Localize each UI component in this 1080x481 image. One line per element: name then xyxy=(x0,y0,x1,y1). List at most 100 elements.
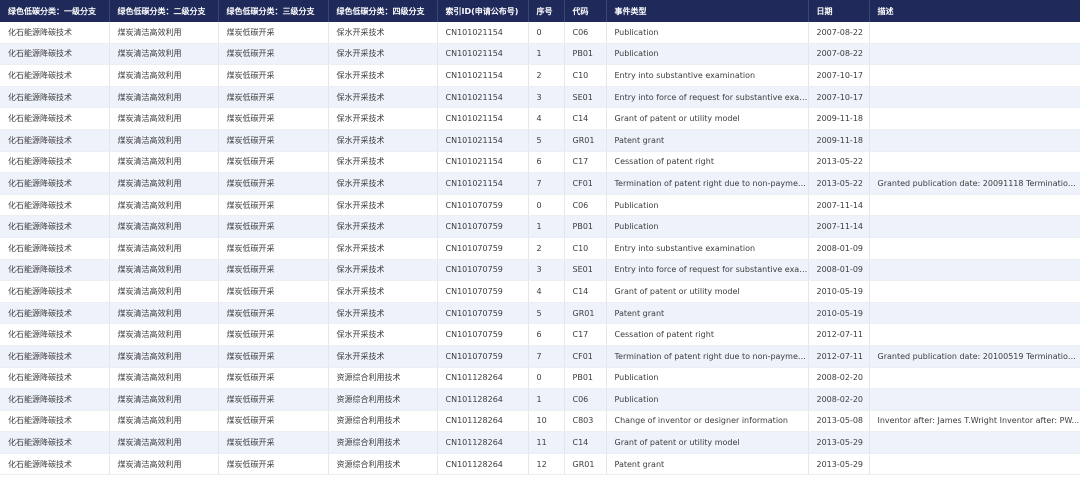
cell-code: C06 xyxy=(564,388,607,411)
cell-event-type: Publication xyxy=(606,388,809,411)
cell-seq: 3 xyxy=(528,86,565,109)
cell-level2: 煤炭清洁高效利用 xyxy=(109,172,219,195)
table-row[interactable]: 化石能源降碳技术 煤炭清洁高效利用 煤炭低碳开采 资源综合利用技术 CN10112826… xyxy=(0,431,1080,454)
column-header-level1[interactable]: 绿色低碳分类：一级分支 xyxy=(0,0,110,22)
cell-index-id: CN101070759 xyxy=(437,194,529,217)
cell-event-type: Cessation of patent right xyxy=(606,151,809,174)
cell-date: 2007-10-17 xyxy=(808,64,870,87)
cell-date: 2013-05-29 xyxy=(808,431,870,454)
cell-code: C14 xyxy=(564,431,607,454)
table-row[interactable]: 化石能源降碳技术 煤炭清洁高效利用 煤炭低碳开采 保水开采技术 CN101070759 0… xyxy=(0,194,1080,217)
cell-level1: 化石能源降碳技术 xyxy=(0,86,110,109)
table-row[interactable]: 化石能源降碳技术 煤炭清洁高效利用 煤炭低碳开采 保水开采技术 CN101021154 5… xyxy=(0,129,1080,152)
cell-level1: 化石能源降碳技术 xyxy=(0,431,110,454)
cell-level3: 煤炭低碳开采 xyxy=(218,151,329,174)
cell-level4: 保水开采技术 xyxy=(328,259,438,282)
cell-code: C10 xyxy=(564,237,607,260)
cell-index-id: CN101070759 xyxy=(437,302,529,325)
table-row[interactable]: 化石能源降碳技术 煤炭清洁高效利用 煤炭低碳开采 资源综合利用技术 CN10112826… xyxy=(0,388,1080,411)
cell-description: Granted publication date: 20100519 Termi… xyxy=(869,345,1080,368)
cell-seq: 3 xyxy=(528,259,565,282)
cell-date: 2012-07-11 xyxy=(808,345,870,368)
table-header-row: 绿色低碳分类：一级分支 绿色低碳分类：二级分支 绿色低碳分类：三级分支 绿色低碳… xyxy=(0,0,1080,22)
table-row[interactable]: 化石能源降碳技术 煤炭清洁高效利用 煤炭低碳开采 资源综合利用技术 CN10112826… xyxy=(0,367,1080,390)
column-header-event-type[interactable]: 事件类型 xyxy=(606,0,809,22)
cell-level3: 煤炭低碳开采 xyxy=(218,280,329,303)
table-row[interactable]: 化石能源降碳技术 煤炭清洁高效利用 煤炭低碳开采 保水开采技术 CN101070759 7… xyxy=(0,345,1080,368)
column-header-code[interactable]: 代码 xyxy=(564,0,607,22)
cell-index-id: CN101128264 xyxy=(437,431,529,454)
cell-date: 2007-10-17 xyxy=(808,86,870,109)
cell-seq: 6 xyxy=(528,323,565,346)
cell-level4: 保水开采技术 xyxy=(328,151,438,174)
column-header-index-id[interactable]: 索引ID(申请公布号) xyxy=(437,0,529,22)
cell-event-type: Patent grant xyxy=(606,453,809,476)
cell-date: 2013-05-22 xyxy=(808,172,870,195)
table-row[interactable]: 化石能源降碳技术 煤炭清洁高效利用 煤炭低碳开采 保水开采技术 CN101070759 3… xyxy=(0,259,1080,282)
cell-level2: 煤炭清洁高效利用 xyxy=(109,280,219,303)
cell-level4: 保水开采技术 xyxy=(328,302,438,325)
table-row[interactable]: 化石能源降碳技术 煤炭清洁高效利用 煤炭低碳开采 保水开采技术 CN101021154 7… xyxy=(0,172,1080,195)
column-header-level4[interactable]: 绿色低碳分类：四级分支 xyxy=(328,0,438,22)
cell-code: C14 xyxy=(564,280,607,303)
cell-code: PB01 xyxy=(564,215,607,238)
cell-seq: 4 xyxy=(528,107,565,130)
cell-level3: 煤炭低碳开采 xyxy=(218,86,329,109)
cell-description xyxy=(869,86,1080,109)
cell-description xyxy=(869,64,1080,87)
table-row[interactable]: 化石能源降碳技术 煤炭清洁高效利用 煤炭低碳开采 保水开采技术 CN101021154 3… xyxy=(0,86,1080,109)
cell-event-type: Entry into force of request for substant… xyxy=(606,86,809,109)
cell-event-type: Entry into force of request for substant… xyxy=(606,259,809,282)
table-row[interactable]: 化石能源降碳技术 煤炭清洁高效利用 煤炭低碳开采 保水开采技术 CN101021154 0… xyxy=(0,22,1080,44)
cell-level2: 煤炭清洁高效利用 xyxy=(109,194,219,217)
cell-event-type: Patent grant xyxy=(606,302,809,325)
cell-date: 2009-11-18 xyxy=(808,107,870,130)
column-header-seq[interactable]: 序号 xyxy=(528,0,565,22)
cell-seq: 1 xyxy=(528,215,565,238)
cell-level3: 煤炭低碳开采 xyxy=(218,64,329,87)
cell-level4: 资源综合利用技术 xyxy=(328,367,438,390)
cell-seq: 7 xyxy=(528,172,565,195)
cell-level4: 保水开采技术 xyxy=(328,172,438,195)
cell-seq: 7 xyxy=(528,345,565,368)
cell-index-id: CN101021154 xyxy=(437,43,529,66)
table-row[interactable]: 化石能源降碳技术 煤炭清洁高效利用 煤炭低碳开采 保水开采技术 CN101021154 6… xyxy=(0,151,1080,174)
table-row[interactable]: 化石能源降碳技术 煤炭清洁高效利用 煤炭低碳开采 保水开采技术 CN101021154 1… xyxy=(0,43,1080,66)
cell-level2: 煤炭清洁高效利用 xyxy=(109,410,219,433)
column-header-description[interactable]: 描述 xyxy=(869,0,1080,22)
cell-level3: 煤炭低碳开采 xyxy=(218,453,329,476)
cell-level4: 保水开采技术 xyxy=(328,194,438,217)
cell-date: 2008-01-09 xyxy=(808,237,870,260)
cell-code: C803 xyxy=(564,410,607,433)
cell-event-type: Grant of patent or utility model xyxy=(606,107,809,130)
table-row[interactable]: 化石能源降碳技术 煤炭清洁高效利用 煤炭低碳开采 保水开采技术 CN101070759 2… xyxy=(0,237,1080,260)
table-row[interactable]: 化石能源降碳技术 煤炭清洁高效利用 煤炭低碳开采 资源综合利用技术 CN10112826… xyxy=(0,410,1080,433)
cell-code: CF01 xyxy=(564,345,607,368)
cell-level4: 保水开采技术 xyxy=(328,215,438,238)
cell-description xyxy=(869,323,1080,346)
cell-level1: 化石能源降碳技术 xyxy=(0,194,110,217)
table-row[interactable]: 化石能源降碳技术 煤炭清洁高效利用 煤炭低碳开采 保水开采技术 CN101070759 5… xyxy=(0,302,1080,325)
table-row[interactable]: 化石能源降碳技术 煤炭清洁高效利用 煤炭低碳开采 保水开采技术 CN101021154 2… xyxy=(0,64,1080,87)
column-header-date[interactable]: 日期 xyxy=(808,0,870,22)
cell-level1: 化石能源降碳技术 xyxy=(0,410,110,433)
cell-code: GR01 xyxy=(564,453,607,476)
cell-level3: 煤炭低碳开采 xyxy=(218,410,329,433)
table-row[interactable]: 化石能源降碳技术 煤炭清洁高效利用 煤炭低碳开采 保水开采技术 CN101070759 6… xyxy=(0,323,1080,346)
cell-level1: 化石能源降碳技术 xyxy=(0,107,110,130)
table-row[interactable]: 化石能源降碳技术 煤炭清洁高效利用 煤炭低碳开采 保水开采技术 CN101070759 4… xyxy=(0,280,1080,303)
table-row[interactable]: 化石能源降碳技术 煤炭清洁高效利用 煤炭低碳开采 保水开采技术 CN101070759 1… xyxy=(0,215,1080,238)
cell-code: C17 xyxy=(564,323,607,346)
table-row[interactable]: 化石能源降碳技术 煤炭清洁高效利用 煤炭低碳开采 资源综合利用技术 CN10112826… xyxy=(0,453,1080,476)
table-body: 化石能源降碳技术 煤炭清洁高效利用 煤炭低碳开采 保水开采技术 CN101021154 0… xyxy=(0,22,1080,476)
cell-index-id: CN101021154 xyxy=(437,64,529,87)
cell-level2: 煤炭清洁高效利用 xyxy=(109,431,219,454)
cell-description xyxy=(869,129,1080,152)
cell-level2: 煤炭清洁高效利用 xyxy=(109,388,219,411)
column-header-level2[interactable]: 绿色低碳分类：二级分支 xyxy=(109,0,219,22)
cell-code: SE01 xyxy=(564,259,607,282)
column-header-level3[interactable]: 绿色低碳分类：三级分支 xyxy=(218,0,329,22)
cell-index-id: CN101128264 xyxy=(437,388,529,411)
table-row[interactable]: 化石能源降碳技术 煤炭清洁高效利用 煤炭低碳开采 保水开采技术 CN101021154 4… xyxy=(0,107,1080,130)
cell-event-type: Publication xyxy=(606,215,809,238)
